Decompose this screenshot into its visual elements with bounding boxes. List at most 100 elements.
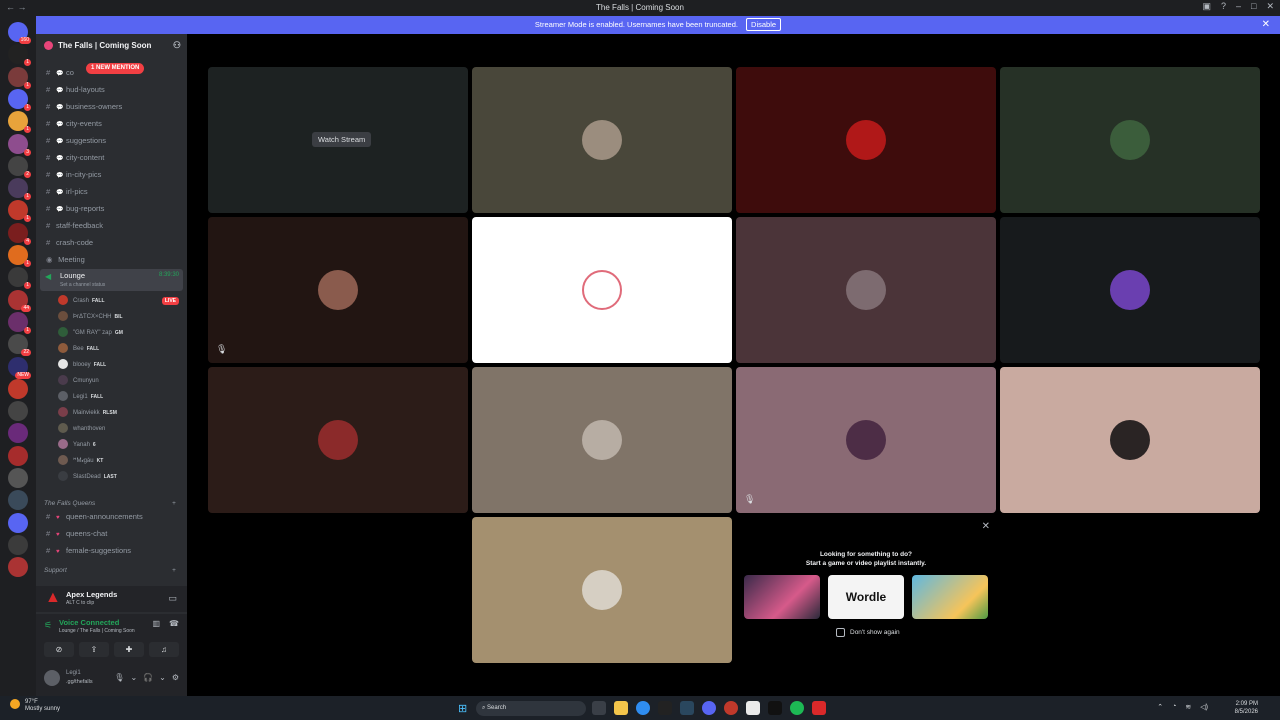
avatar[interactable] [44, 670, 60, 686]
invite-icon[interactable]: ⚇ [173, 40, 181, 51]
activity-card-1[interactable] [744, 575, 820, 619]
spotify-icon[interactable] [790, 701, 804, 715]
channel-queens-chat[interactable]: # ♥ queens-chat [46, 527, 107, 541]
participant-tile[interactable]: 🎙 [736, 367, 996, 513]
new-mention-badge[interactable]: 1 NEW MENTION [86, 63, 145, 74]
server-icon[interactable]: 1 [8, 311, 31, 334]
channel-city-events[interactable]: # 💬 city-events [46, 117, 102, 131]
voice-user[interactable]: "GM RAY" zap GM [58, 325, 123, 341]
network-icon[interactable]: ◔ [1172, 703, 1176, 711]
help-icon[interactable]: ? [1221, 1, 1226, 12]
channel-bug-reports[interactable]: # 💬 bug-reports [46, 202, 104, 216]
voice-user[interactable]: ϷrΔTCX×CHH BIL [58, 309, 123, 325]
channel-staff-feedback[interactable]: # staff-feedback [46, 219, 103, 233]
watch-stream-button[interactable]: Watch Stream [312, 132, 372, 147]
server-icon[interactable]: 1 [8, 245, 31, 267]
voice-user[interactable]: ꟸM𝓲gáu KT [58, 453, 103, 469]
soundboard-button[interactable]: ♫ [149, 642, 179, 657]
activity-card-3[interactable] [912, 575, 988, 619]
channel-hud-layouts[interactable]: # 💬 hud-layouts [46, 83, 105, 97]
server-icon[interactable]: 1 [8, 200, 31, 223]
terminal-icon[interactable] [768, 701, 782, 715]
add-channel-icon[interactable]: + [172, 567, 176, 574]
voice-user[interactable]: Legi1 FALL [58, 389, 103, 405]
server-icon[interactable]: 1 [8, 44, 31, 67]
server-icon[interactable]: 4 [8, 222, 31, 245]
headphones-icon[interactable]: 🎧 [143, 673, 153, 682]
server-icon[interactable]: 2 [8, 155, 31, 178]
task-view-icon[interactable] [592, 701, 606, 715]
server-icon[interactable] [8, 468, 28, 488]
voice-user[interactable]: blooey FALL [58, 357, 106, 373]
media-icon[interactable] [724, 701, 738, 715]
disable-streamer-mode-button[interactable]: Disable [746, 18, 782, 31]
voice-channel-lounge[interactable]: ◀ Lounge Set a channel status 8:39:30 [40, 269, 183, 291]
channel-co[interactable]: # 💬 co [46, 66, 74, 80]
server-icon[interactable]: 1 [8, 267, 31, 290]
server-icon[interactable] [8, 445, 28, 466]
chrome-icon[interactable] [636, 701, 650, 715]
camera-off-button[interactable]: ⊘ [44, 642, 74, 657]
participant-tile[interactable]: Watch Stream [208, 67, 468, 213]
screen-share-icon[interactable]: ▭ [168, 593, 177, 604]
disconnect-icon[interactable]: ☎ [169, 619, 179, 628]
voice-user[interactable]: Bee FALL [58, 341, 99, 357]
close-icon[interactable]: ✕ [982, 521, 990, 532]
dont-show-again-checkbox[interactable]: Don't show again [836, 628, 900, 637]
capcut-icon[interactable] [658, 701, 672, 715]
steam-icon[interactable] [680, 701, 694, 715]
discord-icon[interactable] [702, 701, 716, 715]
voice-user[interactable]: whanthoven [58, 421, 105, 437]
weather-widget[interactable] [10, 699, 20, 709]
add-channel-icon[interactable]: + [172, 500, 176, 507]
participant-tile[interactable] [1000, 217, 1260, 363]
participant-tile[interactable] [208, 367, 468, 513]
maximize-button[interactable]: □ [1251, 1, 1256, 12]
server-icon[interactable] [8, 423, 28, 444]
activity-card-wordle[interactable]: Wordle [828, 575, 904, 619]
server-icon[interactable]: 160 [8, 22, 31, 44]
server-icon[interactable] [8, 401, 28, 422]
channel-city-content[interactable]: # 💬 city-content [46, 151, 104, 165]
channel-irl-pics[interactable]: # 💬 irl-pics [46, 185, 88, 199]
channel-crash-code[interactable]: # crash-code [46, 236, 93, 250]
category-header[interactable]: Support + [44, 567, 176, 574]
server-icon[interactable]: 22 [8, 334, 31, 357]
channel-suggestions[interactable]: # 💬 suggestions [46, 134, 106, 148]
server-icon[interactable]: 1 [8, 178, 31, 201]
voice-user[interactable]: SlastDead LAST [58, 469, 117, 485]
taskbar-search[interactable]: ⌕ Search [476, 701, 586, 716]
server-icon[interactable]: 1 [8, 88, 31, 111]
participant-tile[interactable] [472, 217, 732, 363]
server-icon[interactable] [8, 378, 28, 399]
server-icon[interactable] [8, 557, 28, 578]
chevron-down-icon[interactable]: ⌄ [130, 673, 137, 682]
voice-user[interactable]: Crash FALL [58, 293, 105, 309]
guild-header[interactable]: The Falls | Coming Soon ⚇ [36, 39, 187, 53]
channel-female-suggestions[interactable]: # ♥ female-suggestions [46, 544, 131, 558]
server-icon[interactable]: 1 [8, 66, 31, 89]
voice-user[interactable]: Cmunyun [58, 373, 99, 389]
participant-tile[interactable] [736, 217, 996, 363]
participant-tile[interactable]: 🎙 [208, 217, 468, 363]
windows-start-icon[interactable]: ⊞ [458, 702, 467, 715]
taskbar-clock[interactable]: 2:09 PM 8/5/2026 [1235, 700, 1258, 716]
channel-queen-announcements[interactable]: # ♥ queen-announcements [46, 510, 143, 524]
participant-tile[interactable] [1000, 367, 1260, 513]
screen-share-button[interactable]: ⇪ [79, 642, 109, 657]
participant-tile[interactable] [472, 367, 732, 513]
channel-in-city-pics[interactable]: # 💬 in-city-pics [46, 168, 101, 182]
server-icon[interactable]: 1 [8, 111, 31, 134]
category-header[interactable]: The Falls Queens + [44, 500, 176, 507]
participant-tile[interactable] [472, 67, 732, 213]
noise-suppression-icon[interactable]: ▥ [152, 619, 160, 628]
close-window-button[interactable]: ✕ [1266, 1, 1274, 12]
voice-connected-location[interactable]: Lounge / The Falls | Coming Soon [59, 628, 135, 634]
activities-button[interactable]: ✚ [114, 642, 144, 657]
server-icon[interactable]: 3 [8, 133, 31, 156]
participant-tile[interactable] [1000, 67, 1260, 213]
apex-legends-icon[interactable] [812, 701, 826, 715]
wifi-icon[interactable]: ≋ [1185, 703, 1191, 711]
voice-connected-title[interactable]: Voice Connected [59, 618, 119, 627]
inbox-icon[interactable]: ▣ [1202, 1, 1211, 12]
